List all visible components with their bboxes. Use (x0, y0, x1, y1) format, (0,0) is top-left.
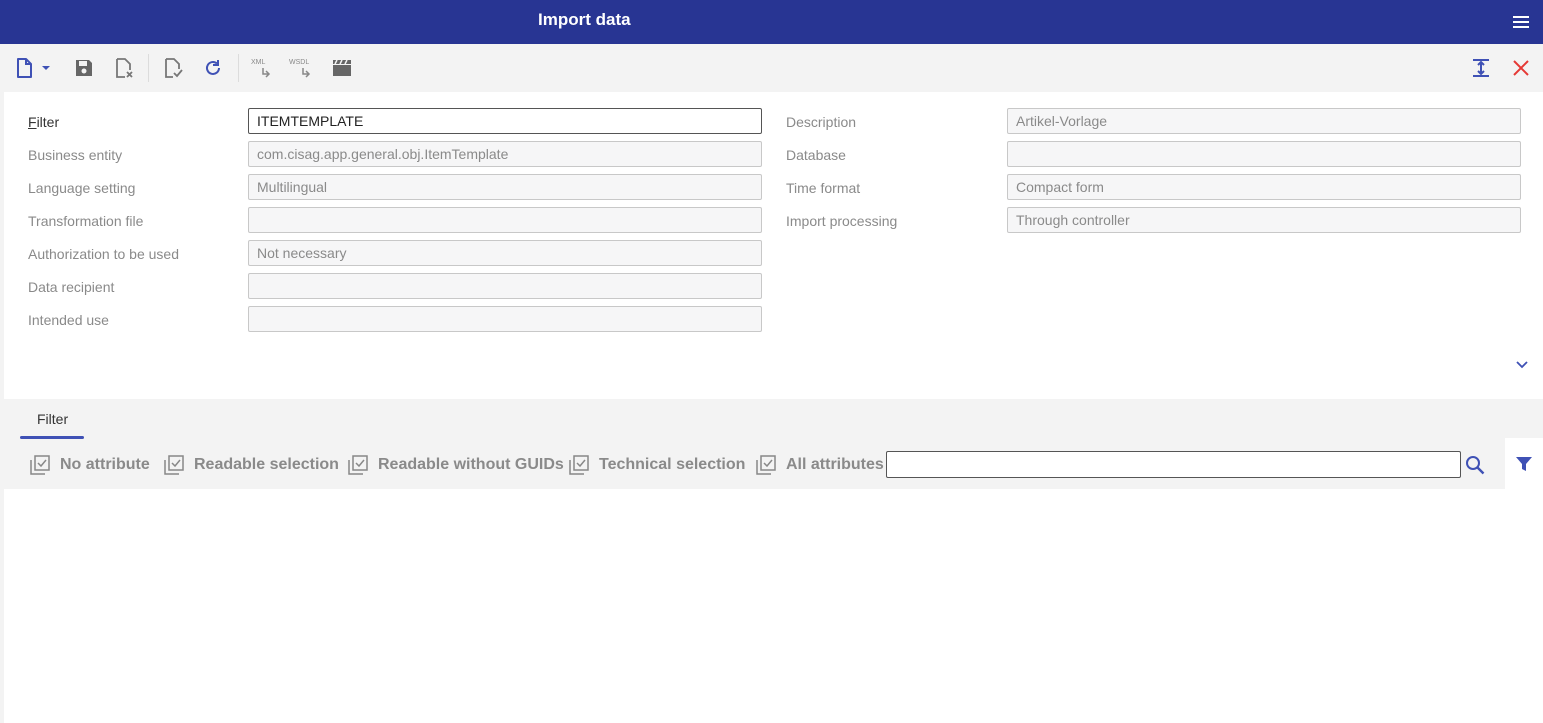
option-no-attribute[interactable]: No attribute (30, 453, 150, 477)
option-label: No attribute (60, 456, 150, 473)
option-label: Readable selection (194, 456, 339, 473)
data-recipient-label: Data recipient (28, 279, 115, 295)
search-input[interactable] (886, 451, 1461, 478)
checklist-icon (348, 455, 368, 475)
option-technical-selection[interactable]: Technical selection (569, 453, 745, 477)
intended-use-field[interactable] (248, 306, 762, 332)
close-icon[interactable] (1507, 54, 1535, 82)
tab-filter-label: Filter (37, 411, 69, 427)
option-readable-without-guids[interactable]: Readable without GUIDs (348, 453, 564, 477)
save-icon[interactable] (70, 54, 98, 82)
option-label: Technical selection (599, 456, 746, 473)
data-recipient-field[interactable] (248, 273, 762, 299)
time-format-field[interactable]: Compact form (1007, 174, 1521, 200)
discard-icon[interactable] (110, 54, 138, 82)
description-field[interactable]: Artikel-Vorlage (1007, 108, 1521, 134)
import-processing-field[interactable]: Through controller (1007, 207, 1521, 233)
import-processing-label: Import processing (786, 213, 898, 229)
authorization-label: Authorization to be used (28, 246, 179, 262)
time-format-label: Time format (786, 180, 861, 196)
tab-filter[interactable]: Filter (20, 399, 84, 439)
language-setting-field[interactable]: Multilingual (248, 174, 762, 200)
option-all-attributes[interactable]: All attributes (756, 453, 884, 477)
database-field[interactable] (1007, 141, 1521, 167)
toolbar-separator (148, 54, 149, 82)
chevron-down-icon[interactable] (1512, 354, 1532, 374)
new-document-icon[interactable] (10, 54, 38, 82)
hamburger-menu-icon[interactable] (1511, 12, 1531, 32)
clapperboard-icon[interactable] (328, 54, 356, 82)
transformation-file-label: Transformation file (28, 213, 144, 229)
option-label: Readable without GUIDs (378, 456, 564, 473)
option-label: All attributes (786, 456, 884, 473)
filter-field[interactable]: ITEMTEMPLATE (248, 108, 762, 134)
intended-use-label: Intended use (28, 312, 109, 328)
transformation-file-field[interactable] (248, 207, 762, 233)
xml-export-icon[interactable]: XML (248, 54, 276, 82)
checklist-icon (30, 455, 50, 475)
app-title: Import data (538, 10, 631, 29)
business-entity-field[interactable]: com.cisag.app.general.obj.ItemTemplate (248, 141, 762, 167)
header-form: Filter ITEMTEMPLATE Business entity com.… (4, 92, 1543, 399)
checklist-icon (164, 455, 184, 475)
validate-icon[interactable] (159, 54, 187, 82)
option-readable-selection[interactable]: Readable selection (164, 453, 339, 477)
description-label: Description (786, 114, 857, 130)
dropdown-arrow-icon[interactable] (38, 54, 54, 82)
business-entity-label: Business entity (28, 147, 123, 163)
expand-vertical-icon[interactable] (1467, 54, 1495, 82)
search-icon[interactable] (1464, 454, 1486, 476)
filter-label: Filter (28, 114, 60, 130)
database-label: Database (786, 147, 846, 163)
toolbar-separator (238, 54, 239, 82)
title-bar: Import data (0, 0, 1543, 44)
tab-active-indicator (20, 436, 84, 439)
funnel-icon[interactable] (1505, 438, 1543, 489)
tab-area: Filter No attribute Readable selection R… (4, 399, 1543, 489)
toolbar: XML WSDL (4, 44, 1543, 92)
authorization-field[interactable]: Not necessary (248, 240, 762, 266)
svg-text:WSDL: WSDL (289, 59, 309, 66)
refresh-icon[interactable] (199, 54, 227, 82)
checklist-icon (569, 455, 589, 475)
checklist-icon (756, 455, 776, 475)
language-setting-label: Language setting (28, 180, 136, 196)
wsdl-export-icon[interactable]: WSDL (288, 54, 316, 82)
svg-text:XML: XML (251, 59, 266, 66)
